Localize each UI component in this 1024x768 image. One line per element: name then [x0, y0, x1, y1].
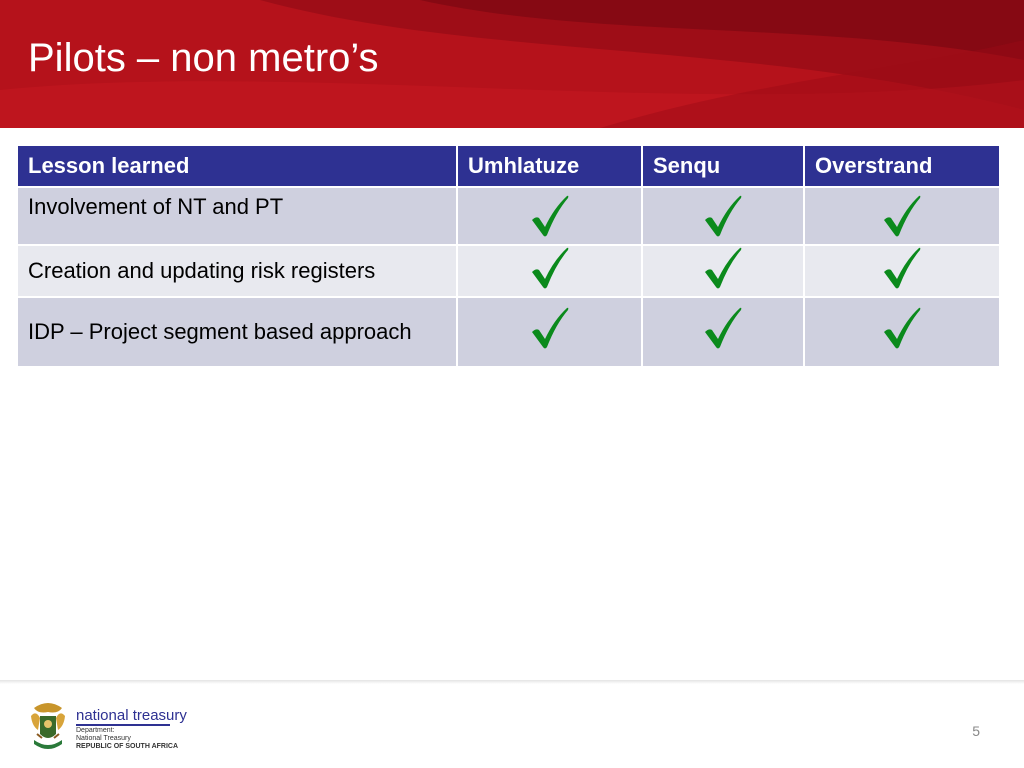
check-cell	[641, 296, 805, 368]
check-icon	[882, 306, 922, 358]
header-lesson-learned: Lesson learned	[16, 144, 458, 188]
row-label: Creation and updating risk registers	[16, 244, 458, 298]
check-cell	[456, 186, 643, 246]
page-number: 5	[972, 723, 980, 739]
check-icon	[530, 306, 570, 358]
header-senqu: Senqu	[641, 144, 805, 188]
table-row: Involvement of NT and PT	[16, 186, 1001, 246]
check-icon	[530, 246, 570, 296]
slide-title: Pilots – non metro’s	[28, 36, 379, 80]
check-icon	[882, 194, 922, 244]
check-icon	[530, 194, 570, 244]
org-name: national treasury	[76, 707, 187, 724]
country-name: REPUBLIC OF SOUTH AFRICA	[76, 743, 179, 750]
check-cell	[641, 244, 805, 298]
check-cell	[803, 296, 1001, 368]
table-header-row: Lesson learned Umhlatuze Senqu Overstran…	[16, 144, 1001, 188]
check-cell	[803, 186, 1001, 246]
check-icon	[703, 246, 743, 296]
table-row: IDP – Project segment based approach	[16, 296, 1001, 368]
check-icon	[703, 194, 743, 244]
header-umhlatuze: Umhlatuze	[456, 144, 643, 188]
footer-divider	[0, 680, 1024, 684]
org-name-rule	[76, 724, 170, 726]
header-overstrand: Overstrand	[803, 144, 1001, 188]
check-cell	[803, 244, 1001, 298]
table-row: Creation and updating risk registers	[16, 244, 1001, 298]
check-icon	[882, 246, 922, 296]
title-banner: Pilots – non metro’s	[0, 0, 1024, 128]
department-label: Department:	[76, 727, 115, 734]
row-label: Involvement of NT and PT	[16, 186, 458, 246]
check-cell	[456, 244, 643, 298]
check-icon	[703, 306, 743, 358]
row-label: IDP – Project segment based approach	[16, 296, 458, 368]
coat-of-arms-icon	[28, 700, 68, 757]
department-name: National Treasury	[76, 735, 131, 742]
check-cell	[456, 296, 643, 368]
check-cell	[641, 186, 805, 246]
lessons-table: Lesson learned Umhlatuze Senqu Overstran…	[16, 144, 1001, 368]
